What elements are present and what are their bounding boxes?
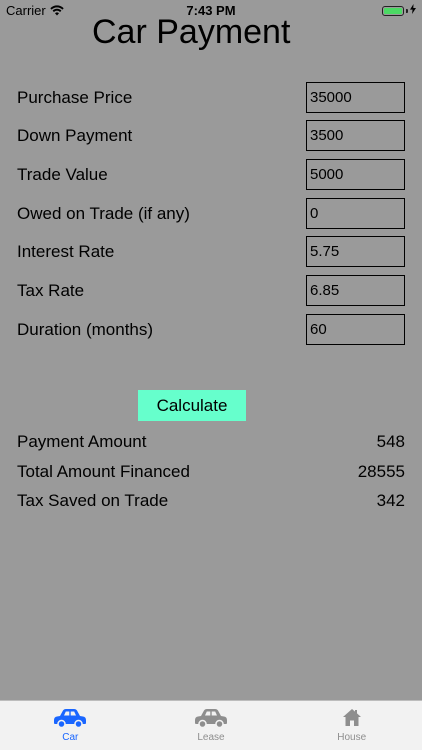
total-financed-label: Total Amount Financed bbox=[17, 462, 190, 481]
tax-rate-input[interactable] bbox=[306, 275, 405, 306]
owed-on-trade-row: Owed on Trade (if any) bbox=[0, 198, 422, 230]
car-icon bbox=[52, 707, 88, 729]
trade-value-row: Trade Value bbox=[0, 159, 422, 191]
battery-level bbox=[384, 7, 402, 14]
tax-rate-label: Tax Rate bbox=[17, 281, 85, 300]
page-title: Car Payment bbox=[92, 13, 291, 51]
purchase-price-input[interactable] bbox=[306, 82, 405, 113]
interest-rate-row: Interest Rate bbox=[0, 236, 422, 268]
duration-input[interactable] bbox=[306, 314, 405, 345]
duration-row: Duration (months) bbox=[0, 314, 422, 346]
battery-icon bbox=[382, 4, 416, 17]
total-financed-row: Total Amount Financed 28555 bbox=[0, 460, 422, 484]
down-payment-input[interactable] bbox=[306, 120, 405, 151]
payment-amount-value: 548 bbox=[376, 432, 405, 451]
down-payment-label: Down Payment bbox=[17, 126, 133, 145]
purchase-price-row: Purchase Price bbox=[0, 82, 422, 114]
tab-car-label: Car bbox=[62, 732, 79, 743]
tax-saved-value: 342 bbox=[376, 491, 405, 510]
purchase-price-label: Purchase Price bbox=[17, 88, 133, 107]
tab-car[interactable]: Car bbox=[0, 701, 141, 750]
tab-bar: Car Lease House bbox=[0, 700, 422, 750]
house-icon bbox=[341, 707, 363, 729]
charging-bolt-icon bbox=[410, 4, 416, 17]
interest-rate-label: Interest Rate bbox=[17, 242, 115, 261]
payment-amount-row: Payment Amount 548 bbox=[0, 430, 422, 454]
calculate-button[interactable]: Calculate bbox=[138, 390, 246, 421]
tab-house[interactable]: House bbox=[281, 701, 422, 750]
car-icon bbox=[193, 707, 229, 729]
trade-value-input[interactable] bbox=[306, 159, 405, 190]
tab-lease-label: Lease bbox=[197, 732, 225, 743]
tax-saved-row: Tax Saved on Trade 342 bbox=[0, 489, 422, 513]
tab-house-label: House bbox=[337, 732, 367, 743]
tax-saved-label: Tax Saved on Trade bbox=[17, 491, 169, 510]
tax-rate-row: Tax Rate bbox=[0, 275, 422, 307]
battery-body bbox=[382, 5, 404, 16]
payment-amount-label: Payment Amount bbox=[17, 432, 147, 451]
interest-rate-input[interactable] bbox=[306, 236, 405, 267]
battery-cap bbox=[406, 8, 408, 13]
down-payment-row: Down Payment bbox=[0, 120, 422, 152]
owed-on-trade-input[interactable] bbox=[306, 198, 405, 229]
tab-lease[interactable]: Lease bbox=[141, 701, 282, 750]
trade-value-label: Trade Value bbox=[17, 165, 108, 184]
duration-label: Duration (months) bbox=[17, 320, 154, 339]
owed-on-trade-label: Owed on Trade (if any) bbox=[17, 204, 190, 223]
total-financed-value: 28555 bbox=[357, 462, 405, 481]
